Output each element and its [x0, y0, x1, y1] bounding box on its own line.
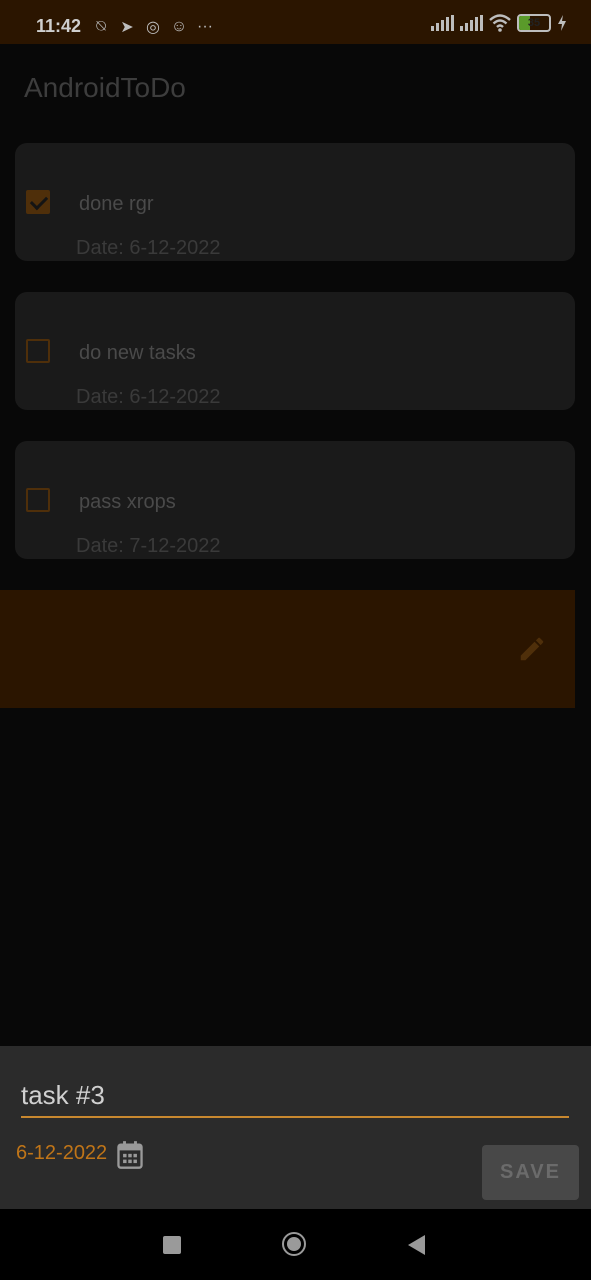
back-icon[interactable]	[408, 1235, 425, 1255]
task-title: do new tasks	[79, 342, 196, 364]
status-notification-icons: ⍉ ➤ ◎ ☺ ···	[92, 14, 214, 40]
battery-icon: 35	[517, 14, 551, 32]
task-card[interactable]: done rgr Date: 6-12-2022	[15, 143, 575, 261]
status-time: 11:42	[36, 16, 82, 36]
charging-icon	[558, 15, 566, 31]
task-title: done rgr	[79, 193, 154, 215]
wifi-icon	[489, 14, 511, 32]
app-title: AndroidToDo	[24, 72, 186, 103]
task-name-input[interactable]	[21, 1074, 569, 1118]
status-system-icons: 35	[431, 14, 567, 32]
telegram-icon: ➤	[120, 19, 134, 36]
task-date: Date: 6-12-2022	[76, 237, 221, 259]
status-bar: 11:42 ⍉ ➤ ◎ ☺ ··· 35	[0, 0, 591, 44]
task-card[interactable]: pass xrops Date: 7-12-2022	[15, 441, 575, 559]
recent-apps-icon[interactable]	[163, 1236, 181, 1254]
sync-icon: ◎	[146, 19, 160, 36]
calendar-icon[interactable]	[116, 1140, 144, 1170]
signal-icon	[460, 15, 483, 31]
task-checkbox[interactable]	[26, 190, 50, 214]
swipe-edit-row[interactable]	[0, 590, 575, 708]
task-checkbox[interactable]	[26, 339, 50, 363]
task-checkbox[interactable]	[26, 488, 50, 512]
more-icon: ···	[197, 18, 213, 35]
task-date: Date: 6-12-2022	[76, 386, 221, 408]
avatar-icon: ☺	[170, 18, 188, 35]
task-card[interactable]: do new tasks Date: 6-12-2022	[15, 292, 575, 410]
edit-icon[interactable]	[517, 634, 547, 664]
new-task-sheet: 6-12-2022 SAVE	[0, 1046, 591, 1209]
home-icon[interactable]	[282, 1232, 306, 1256]
save-button[interactable]: SAVE	[482, 1145, 579, 1200]
bell-off-icon: ⍉	[96, 18, 106, 35]
signal-icon	[431, 15, 454, 31]
battery-level: 35	[527, 17, 541, 29]
task-date: Date: 7-12-2022	[76, 535, 221, 557]
task-title: pass xrops	[79, 491, 176, 513]
selected-date[interactable]: 6-12-2022	[16, 1142, 107, 1165]
navigation-bar	[0, 1209, 591, 1280]
